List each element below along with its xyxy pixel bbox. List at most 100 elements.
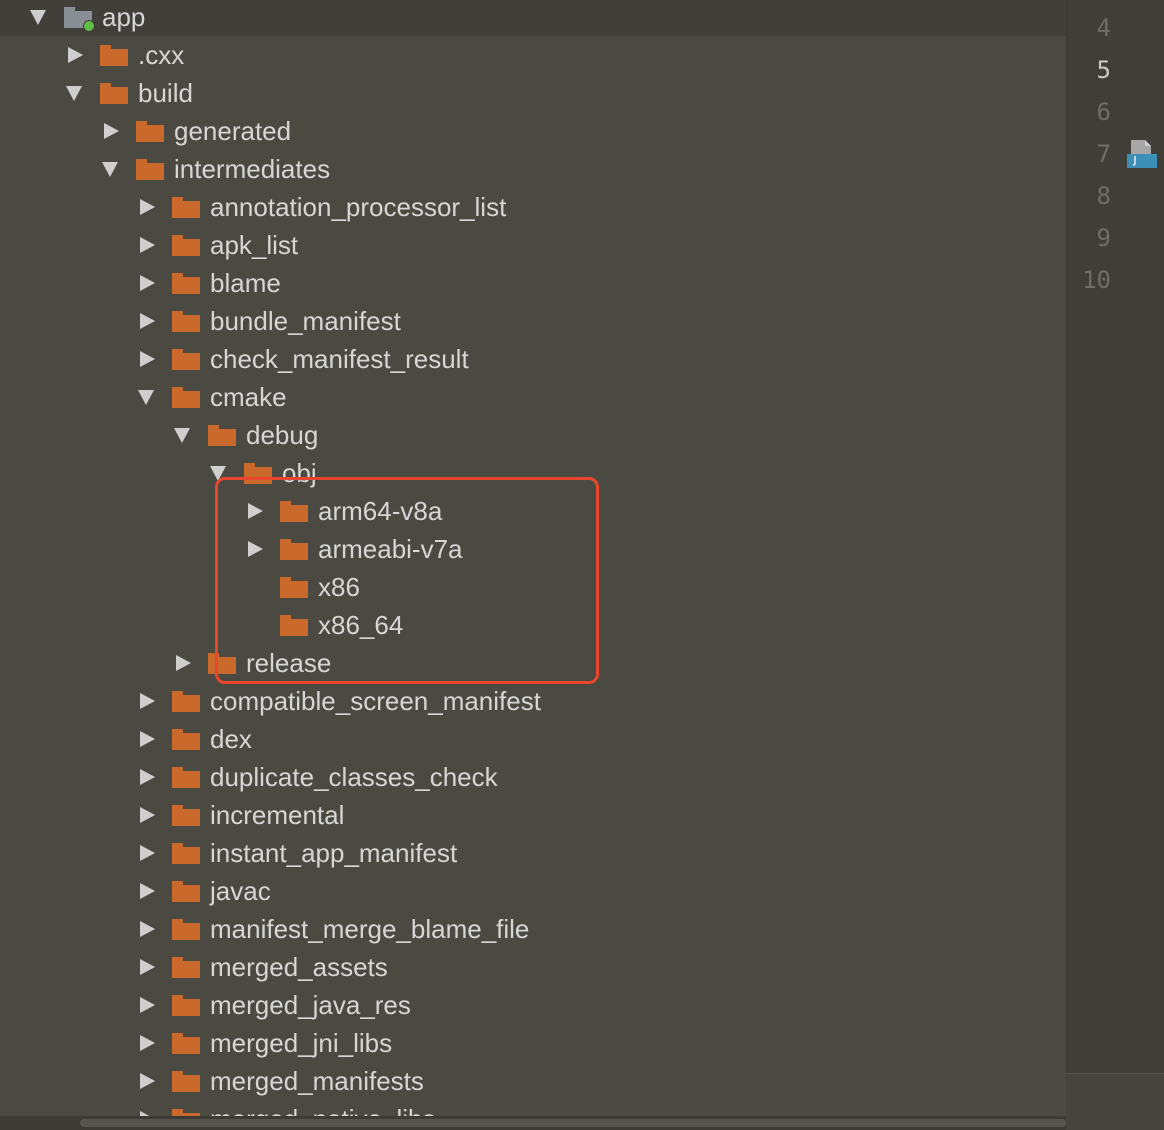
chevron-right-icon[interactable] bbox=[104, 123, 119, 139]
folder-icon bbox=[280, 577, 308, 598]
project-tree: app .cxx build generated intermediates annota… bbox=[0, 0, 1066, 1116]
folder-icon bbox=[172, 311, 200, 332]
chevron-right-icon[interactable] bbox=[140, 351, 155, 367]
tree-node-merged-java-res[interactable]: merged_java_res bbox=[0, 986, 1066, 1024]
folder-icon bbox=[100, 45, 128, 66]
chevron-down-icon[interactable] bbox=[138, 390, 154, 405]
chevron-right-icon[interactable] bbox=[140, 199, 155, 215]
chevron-right-icon[interactable] bbox=[140, 921, 155, 937]
java-file-icon[interactable] bbox=[1125, 138, 1157, 170]
tree-node-label: x86_64 bbox=[318, 610, 404, 640]
tree-node-label: manifest_merge_blame_file bbox=[210, 914, 530, 944]
line-number: 9 bbox=[1096, 224, 1111, 252]
tree-node-label: intermediates bbox=[174, 154, 331, 184]
tree-node-label: duplicate_classes_check bbox=[210, 762, 498, 792]
tree-node-app[interactable]: app bbox=[0, 0, 1066, 36]
tree-node-javac[interactable]: javac bbox=[0, 872, 1066, 910]
tree-node-merged-jni-libs[interactable]: merged_jni_libs bbox=[0, 1024, 1066, 1062]
folder-icon bbox=[172, 1109, 200, 1116]
line-number: 5 bbox=[1096, 56, 1111, 84]
tree-node-debug[interactable]: debug bbox=[0, 416, 1066, 454]
folder-icon bbox=[244, 463, 272, 484]
tree-node-x86[interactable]: x86 bbox=[0, 568, 1066, 606]
line-number: 8 bbox=[1096, 182, 1111, 210]
tree-node-label: merged_jni_libs bbox=[210, 1028, 393, 1058]
horizontal-scrollbar[interactable] bbox=[0, 1116, 1066, 1130]
tree-node-check-manifest-result[interactable]: check_manifest_result bbox=[0, 340, 1066, 378]
chevron-right-icon[interactable] bbox=[140, 959, 155, 975]
tree-node-label: cmake bbox=[210, 382, 287, 412]
tree-node-merged-native-libs[interactable]: merged_native_libs bbox=[0, 1100, 1066, 1116]
tree-node-intermediates[interactable]: intermediates bbox=[0, 150, 1066, 188]
chevron-down-icon[interactable] bbox=[66, 86, 82, 101]
chevron-right-icon[interactable] bbox=[140, 997, 155, 1013]
tree-node-manifest-merge-blame-file[interactable]: manifest_merge_blame_file bbox=[0, 910, 1066, 948]
chevron-down-icon[interactable] bbox=[102, 162, 118, 177]
chevron-right-icon[interactable] bbox=[140, 769, 155, 785]
tree-node-cmake[interactable]: cmake bbox=[0, 378, 1066, 416]
tree-node-x86-64[interactable]: x86_64 bbox=[0, 606, 1066, 644]
tree-node-arm64-v8a[interactable]: arm64-v8a bbox=[0, 492, 1066, 530]
tree-node-label: dex bbox=[210, 724, 252, 754]
tree-node-merged-assets[interactable]: merged_assets bbox=[0, 948, 1066, 986]
tree-node-label: obj bbox=[282, 458, 317, 488]
tree-node-cxx[interactable]: .cxx bbox=[0, 36, 1066, 74]
chevron-down-icon[interactable] bbox=[210, 466, 226, 481]
folder-icon bbox=[172, 729, 200, 750]
tree-node-build[interactable]: build bbox=[0, 74, 1066, 112]
chevron-right-icon[interactable] bbox=[140, 693, 155, 709]
tree-node-merged-manifests[interactable]: merged_manifests bbox=[0, 1062, 1066, 1100]
tree-node-obj[interactable]: obj bbox=[0, 454, 1066, 492]
tree-node-instant-app-manifest[interactable]: instant_app_manifest bbox=[0, 834, 1066, 872]
folder-icon bbox=[172, 843, 200, 864]
chevron-right-icon[interactable] bbox=[140, 237, 155, 253]
tree-node-label: annotation_processor_list bbox=[210, 192, 507, 222]
module-folder-icon bbox=[64, 7, 95, 32]
tree-node-release[interactable]: release bbox=[0, 644, 1066, 682]
folder-icon bbox=[172, 995, 200, 1016]
line-number: 7 bbox=[1096, 140, 1111, 168]
chevron-right-icon[interactable] bbox=[248, 541, 263, 557]
tree-node-label: merged_java_res bbox=[210, 990, 411, 1020]
tree-node-label: x86 bbox=[318, 572, 360, 602]
line-number: 10 bbox=[1082, 266, 1111, 294]
tree-node-blame[interactable]: blame bbox=[0, 264, 1066, 302]
tree-node-annotation-processor-list[interactable]: annotation_processor_list bbox=[0, 188, 1066, 226]
chevron-right-icon[interactable] bbox=[140, 731, 155, 747]
tree-node-compatible-screen-manifest[interactable]: compatible_screen_manifest bbox=[0, 682, 1066, 720]
chevron-right-icon[interactable] bbox=[68, 47, 83, 63]
folder-icon bbox=[136, 121, 164, 142]
tree-node-label: build bbox=[138, 78, 193, 108]
chevron-right-icon[interactable] bbox=[140, 275, 155, 291]
tree-node-armeabi-v7a[interactable]: armeabi-v7a bbox=[0, 530, 1066, 568]
tree-node-label: compatible_screen_manifest bbox=[210, 686, 541, 716]
tree-node-duplicate-classes-check[interactable]: duplicate_classes_check bbox=[0, 758, 1066, 796]
folder-icon bbox=[172, 235, 200, 256]
chevron-right-icon[interactable] bbox=[140, 883, 155, 899]
chevron-right-icon[interactable] bbox=[140, 807, 155, 823]
folder-icon bbox=[280, 615, 308, 636]
chevron-down-icon[interactable] bbox=[174, 428, 190, 443]
chevron-right-icon[interactable] bbox=[140, 845, 155, 861]
tree-node-bundle-manifest[interactable]: bundle_manifest bbox=[0, 302, 1066, 340]
folder-icon bbox=[136, 159, 164, 180]
folder-icon bbox=[172, 881, 200, 902]
chevron-right-icon[interactable] bbox=[140, 313, 155, 329]
tree-node-label: merged_manifests bbox=[210, 1066, 424, 1096]
editor-gutter: 4 5 6 7 8 9 10 bbox=[1066, 0, 1164, 1073]
scrollbar-thumb[interactable] bbox=[80, 1119, 1066, 1127]
tree-node-label: armeabi-v7a bbox=[318, 534, 463, 564]
chevron-right-icon[interactable] bbox=[248, 503, 263, 519]
chevron-right-icon[interactable] bbox=[140, 1073, 155, 1089]
tree-node-incremental[interactable]: incremental bbox=[0, 796, 1066, 834]
tree-node-label: apk_list bbox=[210, 230, 299, 260]
chevron-right-icon[interactable] bbox=[176, 655, 191, 671]
chevron-down-icon[interactable] bbox=[30, 10, 46, 25]
chevron-right-icon[interactable] bbox=[140, 1035, 155, 1051]
folder-icon bbox=[280, 539, 308, 560]
tree-node-label: app bbox=[102, 2, 146, 32]
tree-node-apk-list[interactable]: apk_list bbox=[0, 226, 1066, 264]
folder-icon bbox=[172, 387, 200, 408]
tree-node-generated[interactable]: generated bbox=[0, 112, 1066, 150]
tree-node-dex[interactable]: dex bbox=[0, 720, 1066, 758]
